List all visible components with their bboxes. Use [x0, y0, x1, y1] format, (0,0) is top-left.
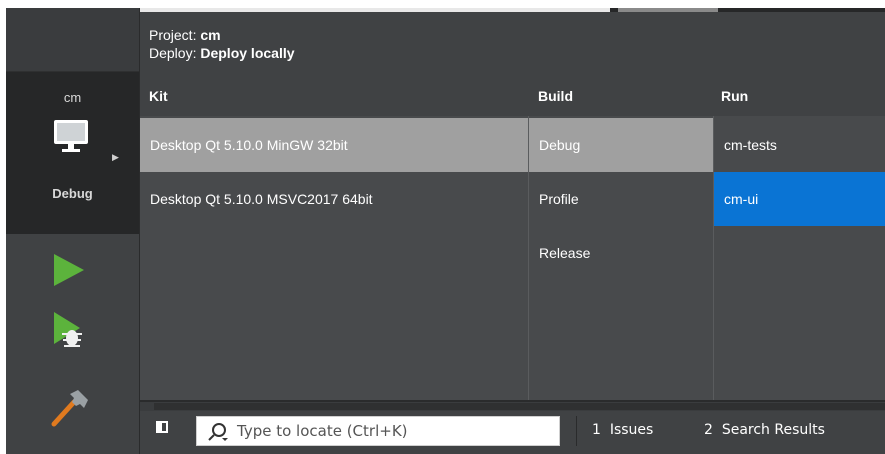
build-item-release[interactable]: Release — [529, 226, 713, 280]
kit-item-mingw[interactable]: Desktop Qt 5.10.0 MinGW 32bit — [140, 118, 528, 172]
project-line: Project: cm — [149, 26, 295, 44]
tab-issues-label: Issues — [609, 422, 654, 438]
qt-creator-window: cm ▶ Debug Project: cm Deploy: Deploy lo… — [6, 8, 885, 454]
run-button[interactable] — [50, 252, 86, 293]
status-bar: Type to locate (Ctrl+K) 1 Issues 2 Searc… — [140, 402, 885, 454]
target-build-config: Debug — [52, 186, 93, 201]
hammer-icon — [50, 390, 90, 432]
expand-arrow-icon: ▶ — [112, 152, 119, 162]
project-value: cm — [200, 27, 221, 43]
debug-run-button[interactable] — [50, 310, 86, 355]
tab-issues-number: 1 — [592, 422, 601, 438]
deploy-line: Deploy: Deploy locally — [149, 44, 295, 62]
horizontal-scrollbar[interactable] — [140, 402, 885, 411]
build-column-header: Build — [538, 88, 573, 104]
search-icon — [207, 422, 229, 447]
build-button[interactable] — [50, 388, 90, 433]
toggle-sidebar-button[interactable] — [156, 421, 168, 433]
run-icon — [50, 254, 86, 292]
build-item-debug[interactable]: Debug — [529, 118, 713, 172]
locator-placeholder: Type to locate (Ctrl+K) — [237, 422, 408, 440]
run-item-cm-ui[interactable]: cm-ui — [714, 172, 885, 226]
deploy-label: Deploy: — [149, 45, 197, 61]
kit-selector-popup: Project: cm Deploy: Deploy locally Kit B… — [140, 8, 885, 400]
mode-bar-top — [6, 8, 139, 72]
target-selector[interactable]: cm ▶ Debug — [6, 72, 139, 234]
project-summary: Project: cm Deploy: Deploy locally — [149, 26, 295, 62]
build-item-profile[interactable]: Profile — [529, 172, 713, 226]
run-column-header: Run — [721, 88, 749, 104]
monitor-icon — [52, 118, 90, 159]
kit-item-msvc[interactable]: Desktop Qt 5.10.0 MSVC2017 64bit — [140, 172, 528, 226]
tab-search-results-label: Search Results — [721, 422, 825, 438]
locator-input[interactable]: Type to locate (Ctrl+K) — [196, 416, 560, 446]
deploy-value: Deploy locally — [200, 45, 295, 61]
mode-bar: cm ▶ Debug — [6, 8, 140, 454]
tab-issues[interactable]: 1 Issues — [592, 422, 653, 438]
target-project-name: cm — [63, 90, 82, 105]
tab-search-results[interactable]: 2 Search Results — [704, 422, 825, 438]
popup-top-border — [140, 8, 885, 12]
kit-column-header: Kit — [149, 88, 168, 104]
debug-run-icon — [50, 312, 86, 354]
project-label: Project: — [149, 27, 197, 43]
tab-search-results-number: 2 — [704, 422, 713, 438]
tab-divider — [576, 416, 577, 446]
run-item-cm-tests[interactable]: cm-tests — [714, 118, 885, 172]
